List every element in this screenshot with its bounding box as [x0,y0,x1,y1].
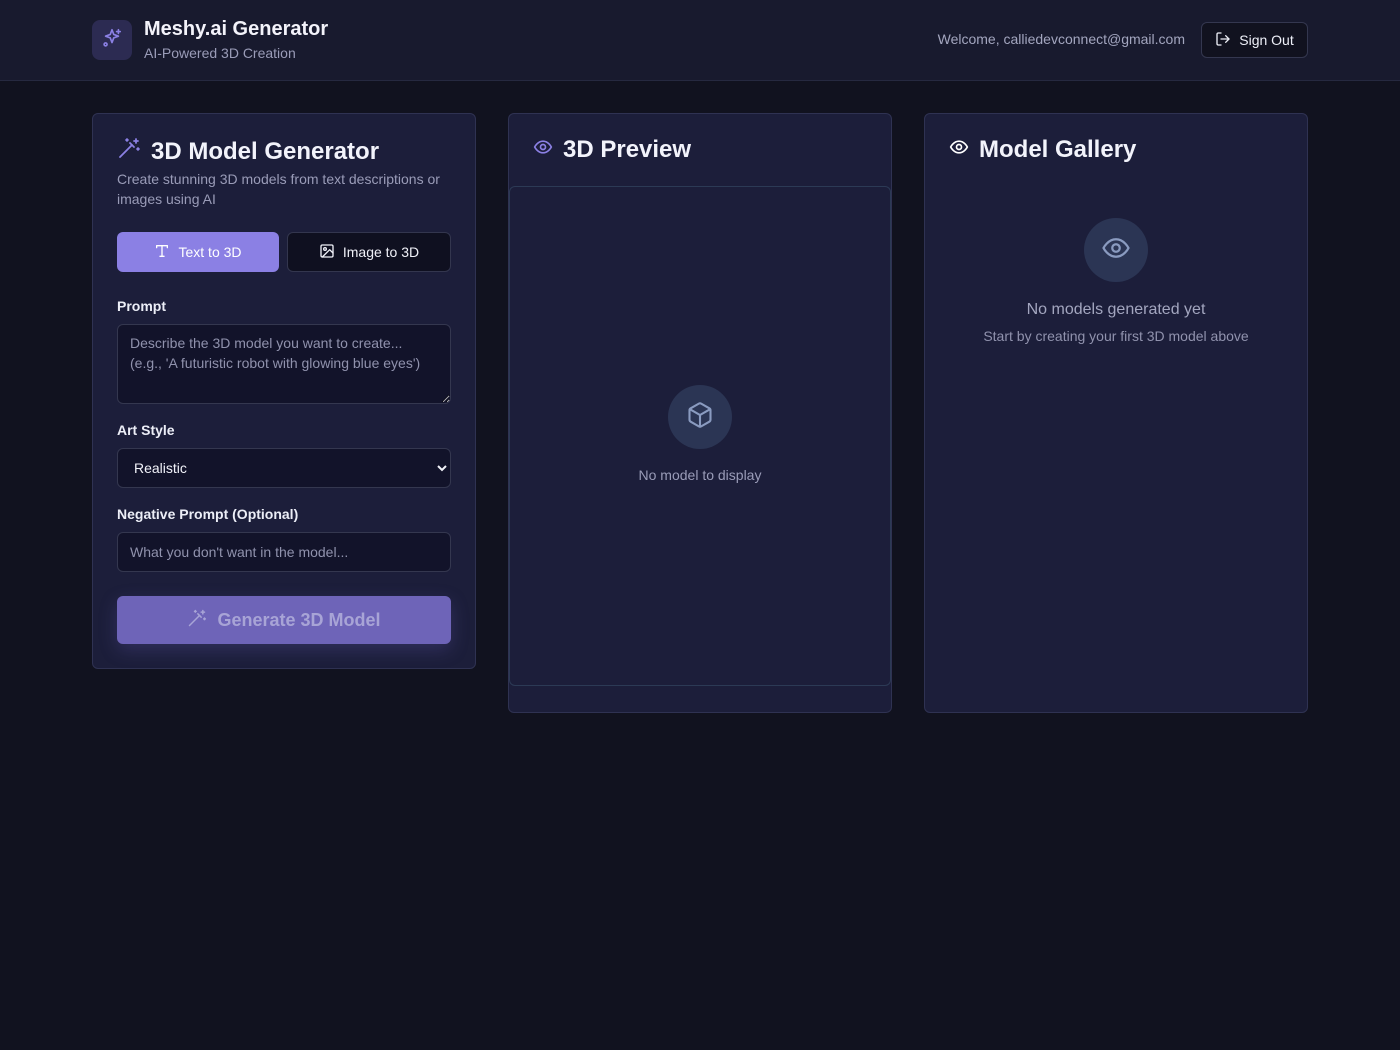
logo [92,20,132,60]
prompt-label: Prompt [117,298,166,314]
box-icon [686,401,714,434]
generator-card: 3D Model Generator Create stunning 3D mo… [92,113,476,669]
art-style-select[interactable]: Realistic [117,448,451,488]
gallery-title: Model Gallery [979,136,1137,163]
tab-image-to-3d[interactable]: Image to 3D [287,232,451,272]
generator-heading: 3D Model Generator [117,136,379,167]
eye-icon [533,136,553,164]
generator-description: Create stunning 3D models from text desc… [117,171,440,207]
wand-sparkles-icon [117,136,141,167]
empty-state-badge [1084,218,1148,282]
app-subtitle: AI-Powered 3D Creation [144,45,296,61]
eye-icon [949,136,969,164]
negative-prompt-label: Negative Prompt (Optional) [117,506,299,522]
preview-heading: 3D Preview [533,136,691,164]
negative-prompt-input[interactable] [117,532,451,572]
type-icon [154,243,170,262]
gallery-card: Model Gallery No models generated yet St… [924,113,1308,713]
generator-title: 3D Model Generator [151,137,380,165]
gallery-heading: Model Gallery [949,136,1136,164]
prompt-textarea[interactable] [117,324,451,404]
gallery-empty-title: No models generated yet [1026,301,1206,318]
image-icon [319,243,335,262]
art-style-label: Art Style [117,422,175,438]
tab-text-label: Text to 3D [178,244,242,260]
generate-button-label: Generate 3D Model [217,609,381,630]
tab-text-to-3d[interactable]: Text to 3D [117,232,279,272]
sign-out-button[interactable]: Sign Out [1201,22,1308,58]
log-out-icon [1215,31,1231,50]
sign-out-label: Sign Out [1239,32,1294,48]
eye-icon [1101,233,1131,268]
preview-title: 3D Preview [563,136,692,163]
wand-sparkles-icon [187,608,207,633]
tab-image-label: Image to 3D [342,244,420,260]
generate-button[interactable]: Generate 3D Model [117,596,451,644]
preview-empty-text: No model to display [638,467,762,483]
preview-viewport[interactable]: No model to display [509,186,891,686]
welcome-text: Welcome, calliedevconnect@gmail.com [937,31,1185,47]
preview-card: 3D Preview No model to display [508,113,892,713]
sparkles-icon [101,27,123,54]
gallery-empty-subtitle: Start by creating your first 3D model ab… [983,328,1249,344]
app-title: Meshy.ai Generator [144,18,329,40]
app-header: Meshy.ai Generator AI-Powered 3D Creatio… [0,0,1400,81]
empty-state-badge [668,385,732,449]
